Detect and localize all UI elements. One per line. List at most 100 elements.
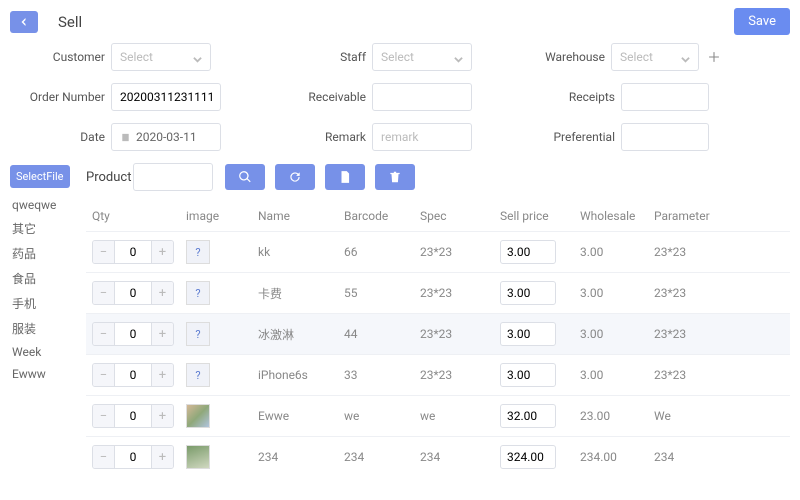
qty-minus-button[interactable]: − — [93, 323, 115, 345]
save-button[interactable]: Save — [734, 8, 790, 35]
document-icon — [338, 170, 352, 184]
category-item[interactable]: 食品 — [10, 266, 86, 291]
staff-label: Staff — [271, 50, 366, 64]
product-parameter: We — [654, 409, 724, 423]
select-file-button[interactable]: SelectFile — [10, 165, 70, 188]
page-title: Sell — [58, 13, 82, 31]
trash-icon — [388, 170, 402, 184]
qty-stepper[interactable]: −+ — [92, 240, 174, 264]
warehouse-select[interactable]: Select — [611, 43, 699, 71]
product-barcode: 55 — [344, 286, 420, 300]
category-item[interactable]: qweqwe — [10, 194, 86, 216]
date-label: Date — [10, 130, 105, 144]
sell-price-input[interactable] — [500, 445, 556, 469]
table-header: Qty image Name Barcode Spec Sell price W… — [86, 201, 790, 231]
category-item[interactable]: Ewww — [10, 363, 86, 385]
refresh-icon — [288, 170, 302, 184]
product-spec: 23*23 — [420, 245, 500, 259]
qty-stepper[interactable]: −+ — [92, 322, 174, 346]
receivable-input[interactable] — [372, 83, 472, 111]
qty-input[interactable] — [115, 241, 151, 263]
qty-minus-button[interactable]: − — [93, 241, 115, 263]
receipts-label: Receipts — [520, 90, 615, 104]
qty-plus-button[interactable]: + — [151, 446, 173, 468]
product-image: ? — [186, 281, 210, 305]
product-parameter: 23*23 — [654, 327, 724, 341]
wholesale-price: 234.00 — [580, 450, 654, 464]
product-name: 冰激淋 — [258, 326, 344, 343]
category-item[interactable]: Week — [10, 341, 86, 363]
product-parameter: 234 — [654, 450, 724, 464]
product-name: kk — [258, 245, 344, 259]
refresh-button[interactable] — [275, 164, 315, 190]
sell-price-input[interactable] — [500, 363, 556, 387]
qty-plus-button[interactable]: + — [151, 364, 173, 386]
qty-minus-button[interactable]: − — [93, 446, 115, 468]
qty-input[interactable] — [115, 364, 151, 386]
product-name: 234 — [258, 450, 344, 464]
product-barcode: 44 — [344, 327, 420, 341]
qty-input[interactable] — [115, 323, 151, 345]
staff-select[interactable]: Select — [372, 43, 472, 71]
qty-plus-button[interactable]: + — [151, 405, 173, 427]
product-label: Product — [86, 170, 131, 185]
sell-price-input[interactable] — [500, 322, 556, 346]
qty-stepper[interactable]: −+ — [92, 363, 174, 387]
table-row[interactable]: −+?冰激淋4423*233.0023*23 — [86, 313, 790, 354]
category-item[interactable]: 其它 — [10, 216, 86, 241]
customer-select[interactable]: Select — [111, 43, 211, 71]
wholesale-price: 23.00 — [580, 409, 654, 423]
category-item[interactable]: 药品 — [10, 241, 86, 266]
table-row[interactable]: −+?卡费5523*233.0023*23 — [86, 272, 790, 313]
product-spec: 23*23 — [420, 368, 500, 382]
product-spec: 23*23 — [420, 327, 500, 341]
product-image: ? — [186, 240, 210, 264]
document-button[interactable] — [325, 164, 365, 190]
table-row[interactable]: −+234234234234.00234 — [86, 436, 790, 477]
remark-input[interactable] — [372, 123, 472, 151]
delete-button[interactable] — [375, 164, 415, 190]
search-button[interactable] — [225, 164, 265, 190]
qty-minus-button[interactable]: − — [93, 282, 115, 304]
preferential-input[interactable] — [621, 123, 709, 151]
product-image: ? — [186, 363, 210, 387]
qty-input[interactable] — [115, 405, 151, 427]
sell-price-input[interactable] — [500, 281, 556, 305]
sell-price-input[interactable] — [500, 240, 556, 264]
date-input[interactable]: 2020-03-11 — [111, 123, 221, 151]
qty-input[interactable] — [115, 446, 151, 468]
sell-price-input[interactable] — [500, 404, 556, 428]
category-item[interactable]: 手机 — [10, 291, 86, 316]
qty-plus-button[interactable]: + — [151, 241, 173, 263]
chevron-down-icon — [454, 53, 463, 62]
qty-plus-button[interactable]: + — [151, 323, 173, 345]
product-image — [186, 404, 210, 428]
product-name: iPhone6s — [258, 368, 344, 382]
product-parameter: 23*23 — [654, 245, 724, 259]
wholesale-price: 3.00 — [580, 286, 654, 300]
qty-plus-button[interactable]: + — [151, 282, 173, 304]
wholesale-price: 3.00 — [580, 327, 654, 341]
qty-input[interactable] — [115, 282, 151, 304]
back-button[interactable] — [10, 11, 38, 33]
product-barcode: 33 — [344, 368, 420, 382]
table-row[interactable]: −+?iPhone6s3323*233.0023*23 — [86, 354, 790, 395]
product-spec: 234 — [420, 450, 500, 464]
calendar-icon — [120, 132, 131, 143]
table-row[interactable]: −+Ewwewewe23.00We — [86, 395, 790, 436]
qty-stepper[interactable]: −+ — [92, 445, 174, 469]
customer-label: Customer — [10, 50, 105, 64]
qty-stepper[interactable]: −+ — [92, 404, 174, 428]
product-search-input[interactable] — [133, 163, 213, 191]
remark-label: Remark — [271, 130, 366, 144]
product-parameter: 23*23 — [654, 368, 724, 382]
qty-stepper[interactable]: −+ — [92, 281, 174, 305]
category-item[interactable]: 服装 — [10, 316, 86, 341]
qty-minus-button[interactable]: − — [93, 364, 115, 386]
product-image — [186, 445, 210, 469]
table-row[interactable]: −+?kk6623*233.0023*23 — [86, 231, 790, 272]
order-number-input[interactable] — [111, 83, 221, 111]
receipts-input[interactable] — [621, 83, 709, 111]
qty-minus-button[interactable]: − — [93, 405, 115, 427]
add-warehouse-button[interactable] — [705, 48, 723, 66]
